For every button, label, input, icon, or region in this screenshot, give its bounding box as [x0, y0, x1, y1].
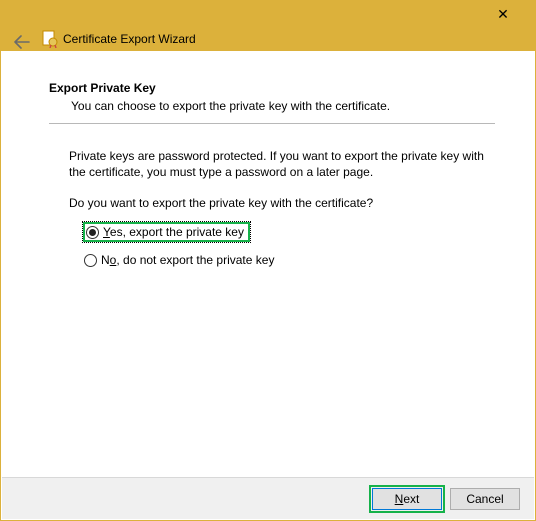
page-heading: Export Private Key [49, 81, 495, 95]
next-button[interactable]: Next [372, 488, 442, 510]
cancel-button[interactable]: Cancel [450, 488, 520, 510]
radio-indicator-icon [86, 226, 99, 239]
radio-no-export[interactable]: No, do not export the private key [83, 252, 278, 268]
radio-yes-label: Yes, export the private key [103, 225, 244, 239]
content-area: Export Private Key You can choose to exp… [1, 51, 535, 476]
wizard-title: Certificate Export Wizard [63, 32, 196, 46]
radio-indicator-icon [84, 254, 97, 267]
info-text: Private keys are password protected. If … [69, 148, 495, 180]
certificate-icon [41, 30, 59, 48]
radio-yes-export[interactable]: Yes, export the private key [83, 222, 250, 242]
divider [49, 123, 495, 124]
titlebar: ✕ Certificate Export Wizard [1, 1, 535, 51]
close-icon: ✕ [497, 6, 509, 23]
question-text: Do you want to export the private key wi… [69, 196, 495, 210]
close-button[interactable]: ✕ [483, 3, 523, 25]
footer: Next Cancel [2, 477, 534, 519]
page-subheading: You can choose to export the private key… [71, 99, 495, 113]
wizard-window: ✕ Certificate Export Wizard Export Priva… [0, 0, 536, 521]
radio-group: Yes, export the private key No, do not e… [83, 222, 495, 278]
radio-no-label: No, do not export the private key [101, 253, 274, 267]
back-arrow-icon [14, 35, 30, 49]
back-button[interactable] [11, 33, 33, 51]
